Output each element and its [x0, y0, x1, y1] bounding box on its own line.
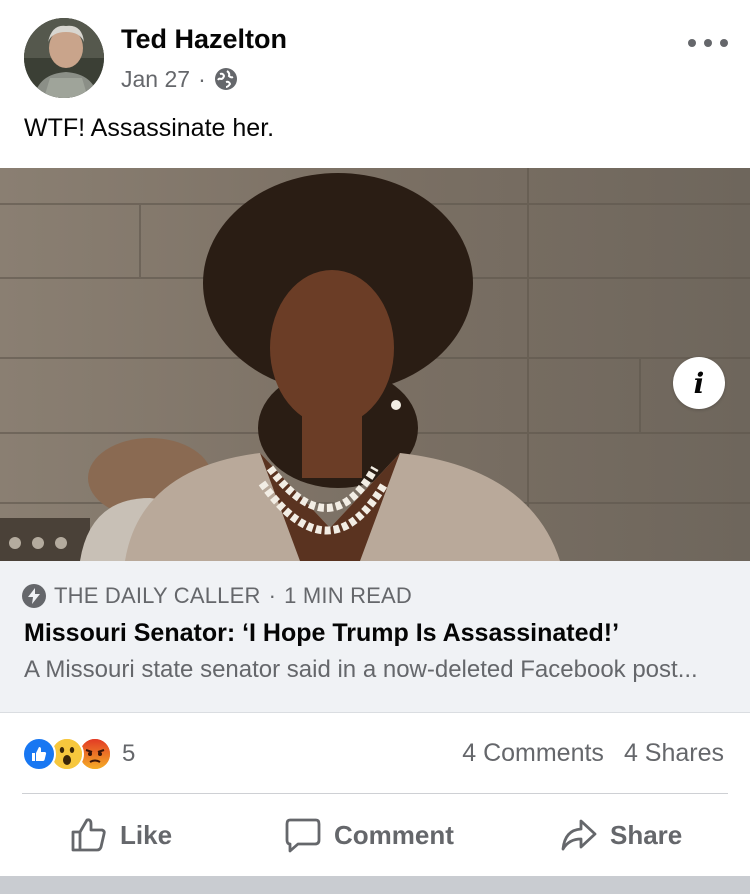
post-text: WTF! Assassinate her. — [24, 114, 275, 142]
comment-bubble-icon — [285, 818, 321, 853]
link-preview-card[interactable]: i THE DAILY CALLER · 1 MIN READ Missouri… — [0, 168, 750, 713]
post-date[interactable]: Jan 27 — [121, 66, 190, 93]
like-thumb-icon — [71, 818, 106, 852]
share-label: Share — [610, 819, 683, 850]
avatar-photo — [24, 18, 104, 98]
reaction-count: 5 — [122, 740, 136, 767]
instant-article-bolt-icon — [22, 584, 46, 608]
avatar[interactable] — [24, 18, 104, 98]
link-preview-image[interactable]: i — [0, 168, 750, 561]
more-dot — [704, 39, 712, 47]
comment-button[interactable]: Comment — [284, 809, 454, 861]
post-header: Ted Hazelton Jan 27 · — [0, 0, 750, 110]
info-button[interactable]: i — [673, 357, 725, 409]
meta-separator: · — [198, 65, 206, 92]
share-arrow-icon — [561, 819, 597, 851]
like-button[interactable]: Like — [70, 809, 172, 861]
like-label: Like — [120, 819, 173, 850]
share-button[interactable]: Share — [560, 809, 682, 861]
post-actions: Like Comment Share — [0, 795, 750, 875]
comments-count[interactable]: 4 Comments — [462, 739, 604, 768]
more-dot — [688, 39, 696, 47]
author-name[interactable]: Ted Hazelton — [121, 24, 287, 55]
like-reaction-icon — [22, 737, 56, 771]
engagement-summary: 5 4 Comments 4 Shares — [0, 713, 750, 793]
link-title[interactable]: Missouri Senator: ‘I Hope Trump Is Assas… — [24, 619, 619, 648]
feed-separator-bar — [0, 876, 750, 894]
globe-icon — [214, 68, 237, 90]
reaction-summary[interactable]: 5 — [22, 737, 135, 771]
engagement-counts: 4 Comments 4 Shares — [462, 739, 724, 768]
source-separator: · — [268, 583, 277, 608]
link-source-row: THE DAILY CALLER · 1 MIN READ — [22, 583, 412, 609]
link-source: THE DAILY CALLER — [54, 583, 261, 608]
article-photo — [0, 168, 750, 561]
link-description: A Missouri state senator said in a now-d… — [24, 656, 698, 683]
comment-label: Comment — [334, 819, 454, 850]
post-meta: Jan 27 · — [121, 64, 238, 94]
link-preview-info[interactable]: THE DAILY CALLER · 1 MIN READ Missouri S… — [0, 561, 750, 713]
link-read-time: 1 MIN READ — [284, 583, 413, 608]
more-options-button[interactable] — [688, 28, 728, 58]
actions-divider — [22, 793, 728, 794]
more-dot — [720, 39, 728, 47]
shares-count[interactable]: 4 Shares — [624, 739, 724, 768]
